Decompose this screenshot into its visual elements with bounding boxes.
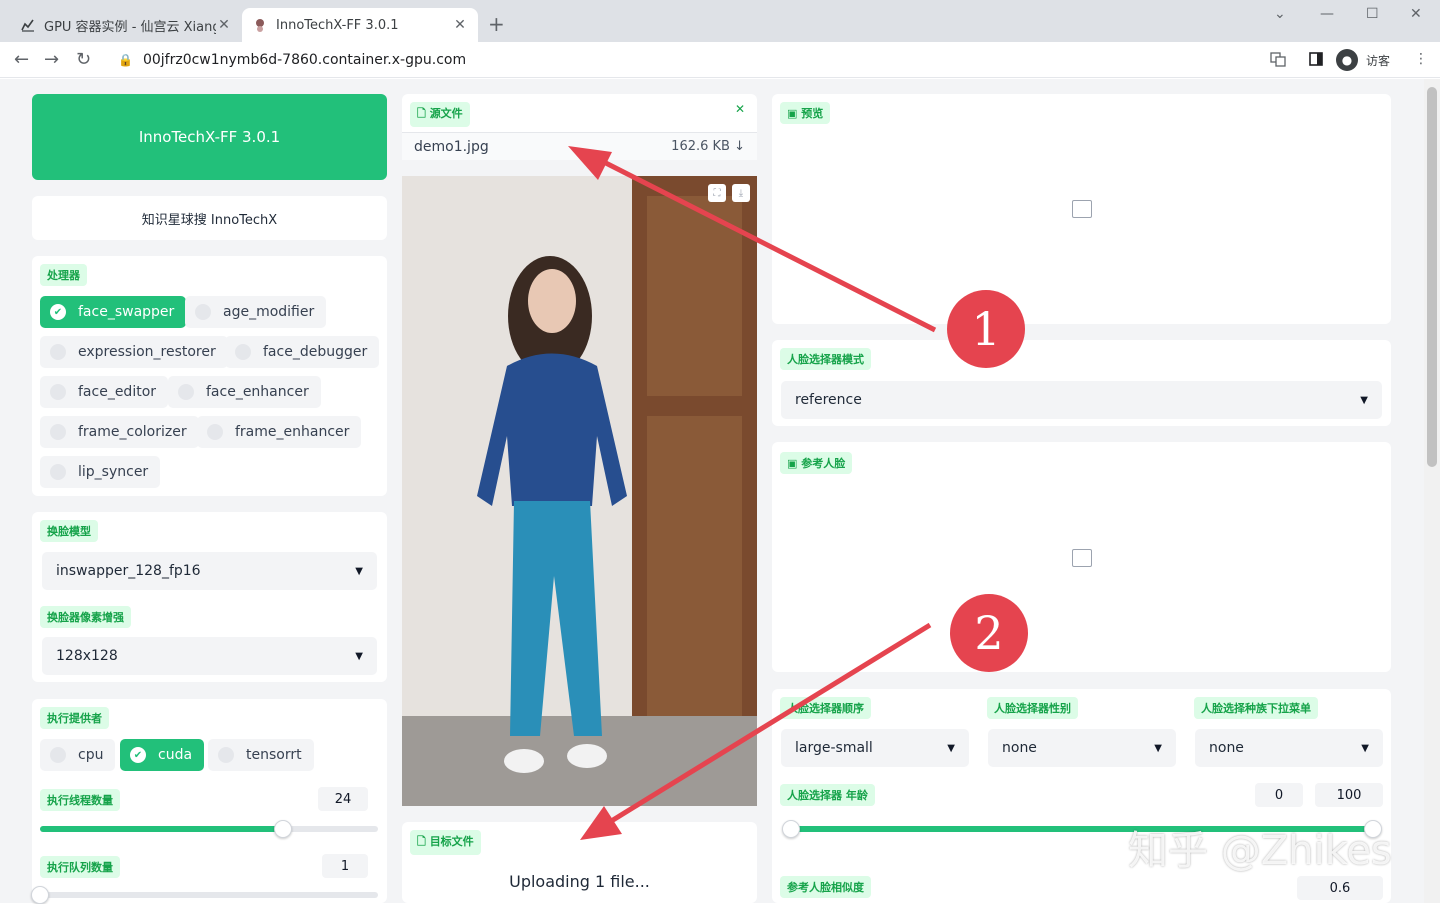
watermark: 知乎 @Zhikes bbox=[1128, 828, 1392, 874]
arrow-2-head bbox=[580, 806, 622, 840]
arrow-2-line bbox=[598, 622, 932, 831]
annotation-marker-2: 2 bbox=[950, 594, 1028, 672]
arrow-1-line bbox=[588, 152, 937, 333]
arrow-1-head bbox=[568, 146, 612, 180]
annotation-arrows bbox=[568, 146, 937, 840]
annotation-marker-1: 1 bbox=[947, 290, 1025, 368]
